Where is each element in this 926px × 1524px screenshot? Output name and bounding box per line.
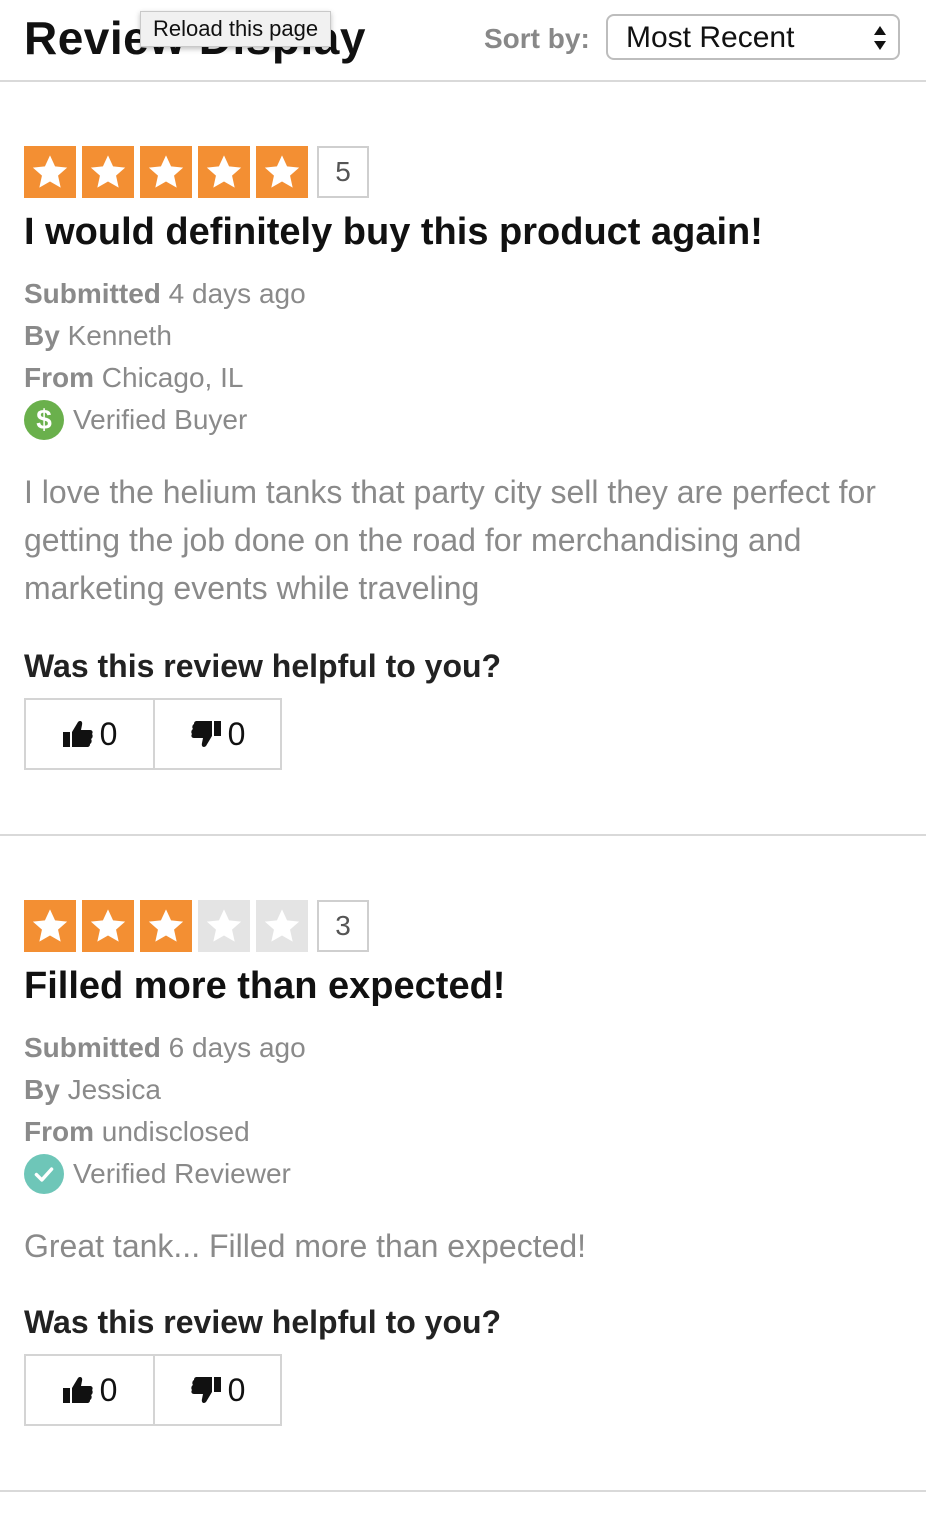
submitted-label: Submitted — [24, 1032, 161, 1063]
upvote-count: 0 — [99, 715, 118, 752]
badge-label: Verified Buyer — [73, 404, 248, 435]
upvote-button[interactable]: 0 — [26, 1356, 153, 1424]
vote-box: 0 0 — [24, 698, 282, 770]
from-label: From — [24, 362, 94, 393]
dollar-icon: $ — [24, 400, 64, 440]
submitted-line: Submitted 6 days ago — [24, 1031, 306, 1065]
submitted-value: 4 days ago — [168, 278, 306, 309]
review-body: Great tank... Filled more than expected! — [24, 1228, 587, 1264]
thumbs-up-icon — [62, 721, 93, 747]
by-label: By — [24, 1074, 60, 1105]
verified-badge: $ Verified Buyer — [24, 400, 247, 440]
star-empty-icon — [256, 900, 308, 952]
by-label: By — [24, 320, 60, 351]
sort-label: Sort by: — [484, 23, 590, 54]
thumbs-down-icon — [190, 721, 221, 747]
location-value: undisclosed — [101, 1116, 250, 1147]
star-filled-icon — [24, 146, 76, 198]
star-filled-icon — [82, 900, 134, 952]
vote-box: 0 0 — [24, 1354, 282, 1426]
select-arrows-icon — [874, 26, 886, 50]
submitted-line: Submitted 4 days ago — [24, 277, 306, 311]
reload-tooltip: Reload this page — [140, 11, 332, 47]
star-empty-icon — [198, 900, 250, 952]
author-name: Jessica — [67, 1074, 161, 1105]
review-body: I love the helium tanks that party city … — [24, 474, 876, 606]
header: Review Display Reload this page Sort by:… — [0, 0, 926, 82]
location-line: From undisclosed — [24, 1115, 250, 1149]
review-card: 5 I would definitely buy this product ag… — [0, 82, 926, 836]
rating-number: 5 — [317, 146, 369, 198]
star-filled-icon — [140, 900, 192, 952]
from-label: From — [24, 1116, 94, 1147]
author-name: Kenneth — [67, 320, 172, 351]
review-card: 3 Filled more than expected! Submitted 6… — [0, 836, 926, 1492]
star-filled-icon — [82, 146, 134, 198]
star-filled-icon — [198, 146, 250, 198]
helpful-question: Was this review helpful to you? — [24, 648, 502, 684]
upvote-count: 0 — [99, 1371, 118, 1408]
downvote-button[interactable]: 0 — [153, 700, 280, 768]
helpful-question: Was this review helpful to you? — [24, 1304, 502, 1340]
star-filled-icon — [140, 146, 192, 198]
checkmark-icon — [24, 1154, 64, 1194]
thumbs-down-icon — [190, 1377, 221, 1403]
submitted-label: Submitted — [24, 278, 161, 309]
location-value: Chicago, IL — [101, 362, 244, 393]
downvote-count: 0 — [227, 715, 246, 752]
rating-number: 3 — [317, 900, 369, 952]
review-title: Filled more than expected! — [24, 965, 506, 1007]
badge-label: Verified Reviewer — [73, 1158, 291, 1189]
downvote-button[interactable]: 0 — [153, 1356, 280, 1424]
sort-select[interactable]: Most Recent — [606, 14, 900, 60]
submitted-value: 6 days ago — [168, 1032, 306, 1063]
review-title: I would definitely buy this product agai… — [24, 211, 763, 253]
downvote-count: 0 — [227, 1371, 246, 1408]
upvote-button[interactable]: 0 — [26, 700, 153, 768]
thumbs-up-icon — [62, 1377, 93, 1403]
location-line: From Chicago, IL — [24, 361, 243, 395]
author-line: By Kenneth — [24, 319, 172, 353]
verified-badge: Verified Reviewer — [24, 1154, 291, 1194]
star-filled-icon — [24, 900, 76, 952]
star-rating: 5 — [24, 146, 369, 198]
author-line: By Jessica — [24, 1073, 161, 1107]
sort-selected-value: Most Recent — [626, 21, 795, 54]
star-rating: 3 — [24, 900, 369, 952]
star-filled-icon — [256, 146, 308, 198]
